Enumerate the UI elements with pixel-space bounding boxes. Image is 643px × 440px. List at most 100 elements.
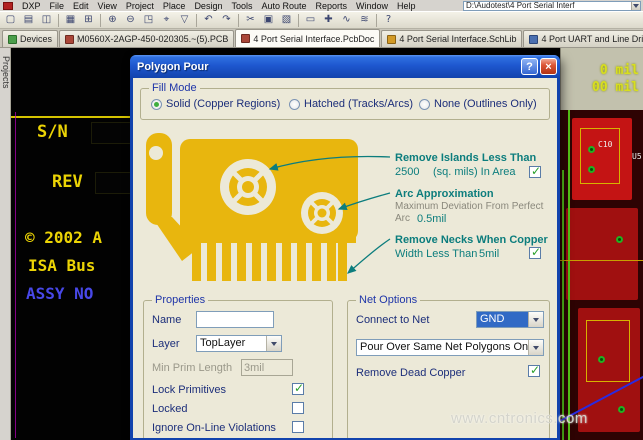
menu-item-help[interactable]: Help xyxy=(397,1,416,11)
layer-combo[interactable]: TopLayer xyxy=(196,335,282,352)
radio-none[interactable]: None (Outlines Only) xyxy=(419,98,537,110)
document-path-combo[interactable]: D:\Audotest\4 Port Serial Interf xyxy=(463,1,641,11)
new-document-icon[interactable]: ▢ xyxy=(2,12,19,28)
cut-icon[interactable]: ✂ xyxy=(242,12,259,28)
remove-dead-copper-checkbox[interactable] xyxy=(528,365,540,377)
menu-item-tools[interactable]: Tools xyxy=(231,1,252,11)
toolbar-separator xyxy=(196,14,197,27)
silkscreen-sn-text: S/N xyxy=(37,122,68,142)
tab-label: 4 Port Serial Interface.PcbDoc xyxy=(253,34,374,44)
tab-devices[interactable]: Devices xyxy=(2,30,58,47)
menu-item-place[interactable]: Place xyxy=(163,1,186,11)
radio-button-icon[interactable] xyxy=(289,99,300,110)
designator-u5: U5 xyxy=(632,152,642,161)
document-path-value: D:\Audotest\4 Port Serial Interf xyxy=(464,1,631,10)
tab-label: 4 Port Serial Interface.SchLib xyxy=(399,34,516,44)
pcb-document-icon xyxy=(65,35,74,44)
connect-to-net-combo[interactable]: GND xyxy=(476,311,544,328)
move-icon[interactable]: ✚ xyxy=(320,12,337,28)
wire-icon[interactable]: ∿ xyxy=(338,12,355,28)
devices-icon xyxy=(8,35,17,44)
projects-panel-strip[interactable]: Projects xyxy=(0,48,11,440)
radio-solid[interactable]: Solid (Copper Regions) xyxy=(151,98,280,110)
ignore-violations-checkbox[interactable] xyxy=(292,421,304,433)
name-label: Name xyxy=(152,314,181,326)
tab-uart-line-drivers[interactable]: 4 Port UART and Line Drivers. xyxy=(523,30,643,47)
tab-m0560x-pcb[interactable]: M0560X-2AGP-450-020305.~(5).PCB xyxy=(59,30,234,47)
remove-islands-value[interactable]: 2500 xyxy=(395,166,419,178)
arc-value[interactable]: 0.5mil xyxy=(417,213,446,225)
projects-tab-label[interactable]: Projects xyxy=(1,56,11,89)
properties-legend: Properties xyxy=(152,294,208,306)
menu-item-reports[interactable]: Reports xyxy=(316,1,348,11)
tab-serial-interface-pcbdoc[interactable]: 4 Port Serial Interface.PcbDoc xyxy=(235,29,380,47)
print-icon[interactable]: ▦ xyxy=(62,12,79,28)
layer-label: Layer xyxy=(152,338,180,350)
pcb-routed-view[interactable]: C10 U5 xyxy=(560,110,643,440)
tab-label: M0560X-2AGP-450-020305.~(5).PCB xyxy=(77,34,228,44)
document-tab-bar: Devices M0560X-2AGP-450-020305.~(5).PCB … xyxy=(0,29,643,48)
remove-necks-checkbox[interactable] xyxy=(529,247,541,259)
lock-primitives-checkbox[interactable] xyxy=(292,383,304,395)
dialog-body: Fill Mode Solid (Copper Regions) Hatched… xyxy=(133,78,557,438)
arc-approximation-subtext: Maximum Deviation From Perfect xyxy=(395,201,543,212)
zoom-out-icon[interactable]: ⊖ xyxy=(122,12,139,28)
copper-pour-region xyxy=(566,208,638,300)
save-icon[interactable]: ◫ xyxy=(38,12,55,28)
remove-islands-checkbox[interactable] xyxy=(529,166,541,178)
zoom-fit-icon[interactable]: ◳ xyxy=(140,12,157,28)
menu-item-edit[interactable]: Edit xyxy=(73,1,89,11)
select-area-icon[interactable]: ▭ xyxy=(302,12,319,28)
remove-necks-value[interactable]: 5mil xyxy=(479,248,499,260)
close-button[interactable]: × xyxy=(540,58,557,75)
radio-hatched[interactable]: Hatched (Tracks/Arcs) xyxy=(289,98,413,110)
open-icon[interactable]: ▤ xyxy=(20,12,37,28)
combo-dropdown-icon[interactable] xyxy=(631,2,640,10)
dialog-title: Polygon Pour xyxy=(137,61,519,73)
toolbar-separator xyxy=(58,14,59,27)
menu-item-project[interactable]: Project xyxy=(126,1,154,11)
toolbar-separator xyxy=(100,14,101,27)
dialog-title-bar[interactable]: Polygon Pour ? × xyxy=(130,55,560,78)
through-hole-pad xyxy=(618,406,625,413)
coord-line-2: 00 mil xyxy=(592,80,639,95)
chevron-down-icon[interactable] xyxy=(528,312,543,327)
min-prim-length-label: Min Prim Length xyxy=(152,362,232,374)
through-hole-pad xyxy=(588,146,595,153)
menu-item-auto-route[interactable]: Auto Route xyxy=(261,1,306,11)
paste-icon[interactable]: ▧ xyxy=(278,12,295,28)
copy-icon[interactable]: ▣ xyxy=(260,12,277,28)
remove-dead-copper-label: Remove Dead Copper xyxy=(356,367,465,379)
locked-checkbox[interactable] xyxy=(292,402,304,414)
keepout-line xyxy=(15,112,16,438)
route-icon[interactable]: ≋ xyxy=(356,12,373,28)
redo-icon[interactable]: ↷ xyxy=(218,12,235,28)
fill-mode-legend: Fill Mode xyxy=(149,82,200,94)
zoom-in-icon[interactable]: ⊕ xyxy=(104,12,121,28)
cross-probe-icon[interactable]: ⌖ xyxy=(158,12,175,28)
connect-to-net-value: GND xyxy=(477,312,528,327)
menu-item-view[interactable]: View xyxy=(98,1,117,11)
dxp-logo-icon[interactable] xyxy=(3,2,13,10)
through-hole-pad xyxy=(598,356,605,363)
pour-over-combo[interactable]: Pour Over Same Net Polygons Only xyxy=(356,339,544,356)
name-input[interactable] xyxy=(196,311,274,328)
main-toolbar: ▢ ▤ ◫ ▦ ⊞ ⊕ ⊖ ◳ ⌖ ▽ ↶ ↷ ✂ ▣ ▧ ▭ ✚ ∿ ≋ ? xyxy=(0,11,643,29)
tab-serial-interface-schlib[interactable]: 4 Port Serial Interface.SchLib xyxy=(381,30,522,47)
menu-item-design[interactable]: Design xyxy=(194,1,222,11)
menu-item-window[interactable]: Window xyxy=(356,1,388,11)
help-button[interactable]: ? xyxy=(521,58,538,75)
help-icon[interactable]: ? xyxy=(380,12,397,28)
chevron-down-icon[interactable] xyxy=(266,336,281,351)
ignore-violations-label: Ignore On-Line Violations xyxy=(152,422,276,434)
print-preview-icon[interactable]: ⊞ xyxy=(80,12,97,28)
radio-button-icon[interactable] xyxy=(151,99,162,110)
menu-item-file[interactable]: File xyxy=(50,1,65,11)
undo-icon[interactable]: ↶ xyxy=(200,12,217,28)
chevron-down-icon[interactable] xyxy=(528,340,543,355)
radio-button-icon[interactable] xyxy=(419,99,430,110)
filter-icon[interactable]: ▽ xyxy=(176,12,193,28)
menu-item-dxp[interactable]: DXP xyxy=(22,1,41,11)
locked-label: Locked xyxy=(152,403,187,415)
min-prim-length-input xyxy=(241,359,293,376)
